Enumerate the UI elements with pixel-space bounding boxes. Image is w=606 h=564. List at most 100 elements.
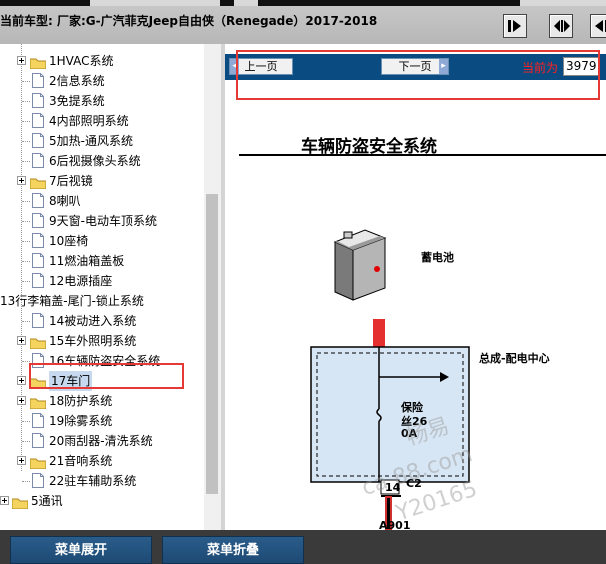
folder-icon — [29, 335, 47, 350]
tree-connector — [22, 81, 30, 82]
nav-right-button[interactable] — [503, 14, 527, 38]
scrollbar-thumb[interactable] — [206, 194, 218, 494]
expand-toggle-icon[interactable] — [17, 56, 26, 65]
document-icon — [32, 193, 44, 208]
tree-connector — [22, 321, 30, 322]
top-tab[interactable] — [90, 0, 220, 6]
tree-item-label: 4内部照明系统 — [49, 114, 129, 128]
tree-item[interactable]: 2信息系统 — [0, 71, 204, 91]
document-icon — [32, 253, 44, 268]
top-tab[interactable] — [234, 0, 258, 6]
tree-scrollbar[interactable] — [204, 44, 221, 530]
battery-label: 蓄电池 — [421, 251, 454, 264]
document-icon — [32, 313, 44, 328]
tree-item[interactable]: 4内部照明系统 — [0, 111, 204, 131]
tree-item[interactable]: 21音响系统 — [0, 451, 204, 471]
tree-item-label: 6后视摄像头系统 — [49, 154, 141, 168]
tree-item-label: 2信息系统 — [49, 74, 105, 88]
tree-item-label: 5通讯 — [31, 494, 63, 508]
tree-item[interactable]: 15车外照明系统 — [0, 331, 204, 351]
tree-item[interactable]: 7后视镜 — [0, 171, 204, 191]
document-icon — [32, 273, 44, 288]
tree-item-label: 3免提系统 — [49, 94, 105, 108]
expand-both-icon — [554, 20, 570, 32]
expand-toggle-icon[interactable] — [17, 336, 26, 345]
tree-connector — [22, 361, 30, 362]
tree-item[interactable]: 9天窗-电动车顶系统 — [0, 211, 204, 231]
nav-left-button[interactable] — [590, 14, 606, 38]
expand-toggle-icon[interactable] — [17, 396, 26, 405]
tree-item[interactable]: 19除雾系统 — [0, 411, 204, 431]
expand-toggle-icon[interactable] — [0, 496, 9, 505]
folder-icon — [29, 175, 47, 190]
collapse-menu-button[interactable]: 菜单折叠 — [162, 536, 304, 564]
header-bar: 当前车型: 厂家:G-广汽菲克Jeep自由侠（Renegade）2017-201… — [0, 0, 606, 44]
tree-connector — [22, 141, 30, 142]
folder-icon — [29, 395, 47, 410]
tree-item-label: 22驻车辅助系统 — [49, 474, 137, 488]
tree-item[interactable]: 5加热-通风系统 — [0, 131, 204, 151]
expand-both-button[interactable] — [549, 14, 573, 38]
tree-item-label: 1HVAC系统 — [49, 54, 114, 68]
expand-menu-button[interactable]: 菜单展开 — [10, 536, 152, 564]
battery-icon — [333, 229, 387, 301]
expand-toggle-icon[interactable] — [17, 376, 26, 385]
tree-item-label: 11燃油箱盖板 — [49, 254, 125, 268]
junction-label: 总成-配电中心 — [479, 352, 550, 365]
top-tab[interactable] — [520, 0, 606, 6]
nav-left-icon — [595, 20, 606, 32]
document-icon — [32, 93, 44, 108]
tree-item-label: 8喇叭 — [49, 194, 81, 208]
tree-item[interactable]: 22驻车辅助系统 — [0, 471, 204, 491]
tree-item[interactable]: 3免提系统 — [0, 91, 204, 111]
tree-connector — [22, 281, 30, 282]
document-panel: ◂ 上一页 下一页 ▸ 当前为 3979 车辆防盗安全系统 蓄电池 总成-配电中… — [225, 44, 606, 530]
tree-connector — [22, 261, 30, 262]
tree-item-label: 13行李箱盖-尾门-锁止系统 — [0, 294, 144, 308]
tree-connector — [22, 421, 30, 422]
tree-item[interactable]: 8喇叭 — [0, 191, 204, 211]
tree-connector — [22, 441, 30, 442]
tree-item-label: 9天窗-电动车顶系统 — [49, 214, 157, 228]
menu-tree[interactable]: 1HVAC系统 2信息系统 3免提系统 4内部照明系统 5加热-通风系统 6后视摄像头系统… — [0, 44, 204, 530]
document-icon — [32, 233, 44, 248]
document-icon — [32, 113, 44, 128]
tree-item[interactable]: 1HVAC系统 — [0, 51, 204, 71]
document-icon — [32, 473, 44, 488]
tree-item[interactable]: 11燃油箱盖板 — [0, 251, 204, 271]
tree-connector — [22, 161, 30, 162]
tree-item-label: 20雨刮器-清洗系统 — [49, 434, 153, 448]
tree-connector — [22, 241, 30, 242]
tree-item-label: 19除雾系统 — [49, 414, 113, 428]
tree-item-label: 7后视镜 — [49, 174, 93, 188]
tree-item-label: 10座椅 — [49, 234, 89, 248]
tree-item[interactable]: 6后视摄像头系统 — [0, 151, 204, 171]
document-icon — [32, 153, 44, 168]
expand-toggle-icon[interactable] — [17, 456, 26, 465]
tree-item[interactable]: 20雨刮器-清洗系统 — [0, 431, 204, 451]
tree-connector — [22, 221, 30, 222]
folder-icon — [11, 495, 29, 510]
tree-item[interactable]: 5通讯 — [0, 491, 204, 511]
tree-item[interactable]: 18防护系统 — [0, 391, 204, 411]
highlight-box — [29, 363, 184, 389]
tree-connector — [22, 201, 30, 202]
tree-connector — [22, 101, 30, 102]
expand-toggle-icon[interactable] — [17, 176, 26, 185]
document-icon — [32, 213, 44, 228]
battery-cable — [373, 319, 385, 347]
tree-item-label: 18防护系统 — [49, 394, 113, 408]
top-tab-strip — [0, 0, 606, 6]
app-window: 当前车型: 厂家:G-广汽菲克Jeep自由侠（Renegade）2017-201… — [0, 0, 606, 564]
tree-item[interactable]: 10座椅 — [0, 231, 204, 251]
tree-item[interactable]: 13行李箱盖-尾门-锁止系统 — [0, 291, 204, 311]
bottom-bar: 菜单展开 菜单折叠 — [0, 530, 606, 564]
document-icon — [32, 133, 44, 148]
wiring-diagram — [310, 229, 470, 530]
tree-item-label: 12电源插座 — [49, 274, 113, 288]
folder-icon — [29, 55, 47, 70]
vehicle-info: 当前车型: 厂家:G-广汽菲克Jeep自由侠（Renegade）2017-201… — [0, 14, 378, 28]
document-icon — [32, 413, 44, 428]
tree-item[interactable]: 12电源插座 — [0, 271, 204, 291]
tree-item[interactable]: 14被动进入系统 — [0, 311, 204, 331]
